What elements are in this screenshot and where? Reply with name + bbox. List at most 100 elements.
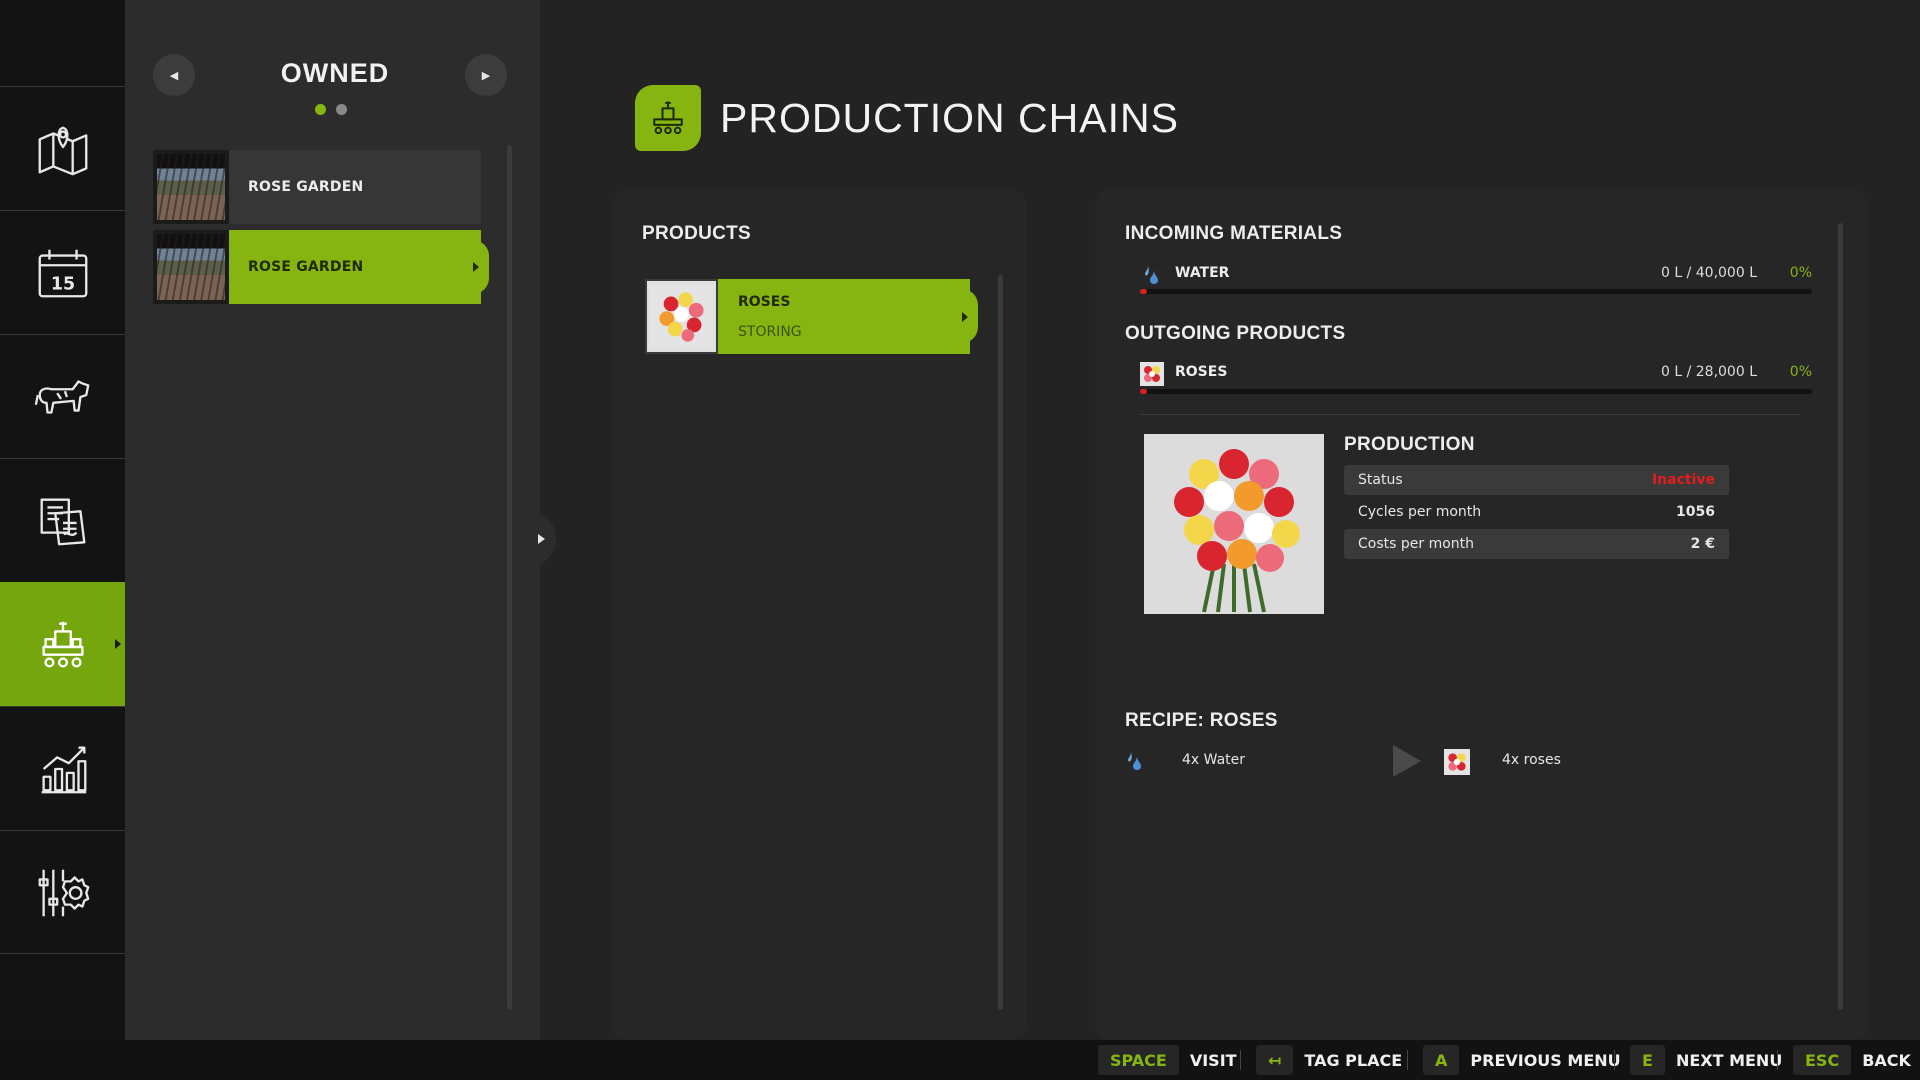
incoming-fill-bar [1140, 289, 1812, 294]
owned-list-scrollbar[interactable] [507, 145, 512, 1010]
chevron-left-icon: ◀ [169, 68, 179, 82]
hint-action: PREVIOUS MENU [1470, 1050, 1621, 1070]
menu-production-button[interactable] [0, 582, 135, 706]
chevron-right-icon [537, 534, 545, 544]
stat-value: 2 € [1690, 536, 1715, 552]
products-scrollbar[interactable] [998, 275, 1003, 1010]
rose-garden-thumbnail [153, 230, 229, 304]
product-amount: 0 L / 28,000 L [1660, 364, 1757, 380]
hint-previous-menu[interactable]: A PREVIOUS MENU [1423, 1045, 1621, 1075]
product-item-roses[interactable]: ROSES STORING [645, 279, 978, 354]
active-indicator-arrow [115, 639, 121, 649]
owned-panel: ◀ OWNED ▶ ROSE GARDEN ROSE GARDEN [125, 0, 540, 1040]
recipe-arrow-icon [1393, 745, 1421, 777]
rose-garden-thumbnail [153, 150, 229, 224]
hint-separator [1240, 1050, 1241, 1070]
menu-contracts-button[interactable] [0, 458, 125, 582]
map-icon [38, 126, 87, 175]
water-drop-icon [1140, 263, 1164, 287]
selected-arrow-icon [473, 262, 479, 272]
key-badge: E [1630, 1045, 1665, 1075]
menu-map-button[interactable] [0, 86, 125, 210]
calendar-day-label: 15 [50, 274, 74, 294]
page-title: PRODUCTION CHAINS [720, 95, 1179, 141]
products-title: PRODUCTS [642, 223, 752, 244]
product-name: ROSES [1175, 364, 1228, 380]
details-scrollbar[interactable] [1838, 223, 1843, 1010]
production-title: PRODUCTION [1344, 434, 1475, 455]
list-item[interactable]: ROSE GARDEN [153, 150, 481, 224]
menu-animals-button[interactable] [0, 334, 125, 458]
main-menu-rail: 15 [0, 0, 135, 1040]
outgoing-fill-bar [1140, 389, 1812, 394]
tag-key-icon: ↤ [1256, 1045, 1294, 1075]
product-name: ROSES [738, 293, 791, 310]
list-item-selected[interactable]: ROSE GARDEN [153, 230, 489, 304]
chevron-right-icon: ▶ [481, 68, 491, 82]
material-percent: 0% [1789, 265, 1812, 281]
fill-level [1140, 389, 1147, 394]
list-item-label: ROSE GARDEN [229, 230, 481, 304]
roses-product-image [1144, 434, 1324, 614]
production-status-row: Status Inactive [1344, 465, 1729, 495]
production-costs-row: Costs per month 2 € [1344, 529, 1729, 559]
hint-back[interactable]: ESC BACK [1793, 1045, 1911, 1075]
material-amount: 0 L / 40,000 L [1660, 265, 1757, 281]
status-badge: Inactive [1651, 472, 1715, 488]
hint-action: NEXT MENU [1675, 1050, 1783, 1070]
stat-label: Costs per month [1358, 536, 1475, 552]
outgoing-product-row: ROSES 0 L / 28,000 L 0% [1135, 362, 1812, 386]
key-badge: ESC [1793, 1045, 1852, 1075]
contracts-icon [40, 498, 85, 545]
hint-action: VISIT [1189, 1050, 1237, 1070]
stat-value: 1056 [1676, 504, 1715, 520]
outgoing-products-title: OUTGOING PRODUCTS [1125, 323, 1346, 344]
recipe-output: 4x roses [1502, 752, 1561, 768]
statistics-icon [41, 746, 86, 793]
production-icon [41, 621, 84, 667]
hint-separator [1407, 1050, 1408, 1070]
page-indicator-dot [336, 104, 347, 115]
roses-icon [1140, 362, 1164, 386]
production-chains-header-icon [635, 85, 701, 151]
calendar-icon: 15 [38, 249, 87, 297]
details-card [1095, 190, 1868, 1040]
hint-action: BACK [1862, 1050, 1911, 1070]
production-cycles-row: Cycles per month 1056 [1344, 497, 1729, 527]
page-indicator-dot-active [315, 104, 326, 115]
fill-level [1140, 289, 1147, 294]
stat-label: Cycles per month [1358, 504, 1482, 520]
recipe-input: 4x Water [1182, 752, 1246, 768]
list-item-label: ROSE GARDEN [229, 150, 481, 224]
rail-divider [0, 953, 125, 954]
collapse-panel-tab[interactable] [530, 512, 556, 566]
key-badge: SPACE [1098, 1045, 1179, 1075]
menu-settings-button[interactable] [0, 830, 125, 954]
animals-icon [34, 379, 89, 414]
settings-icon [38, 869, 89, 916]
hint-action: TAG PLACE [1304, 1050, 1403, 1070]
hint-next-menu[interactable]: E NEXT MENU [1630, 1045, 1782, 1075]
next-category-button[interactable]: ▶ [465, 54, 507, 96]
roses-icon [1444, 749, 1470, 779]
hint-visit[interactable]: SPACE VISIT [1098, 1045, 1237, 1075]
roses-thumbnail [645, 279, 718, 354]
product-percent: 0% [1789, 364, 1812, 380]
product-status: STORING [738, 323, 802, 340]
water-drop-icon [1127, 750, 1143, 776]
prev-category-button[interactable]: ◀ [153, 54, 195, 96]
incoming-materials-title: INCOMING MATERIALS [1125, 223, 1343, 244]
selected-arrow-icon [962, 312, 968, 322]
hint-separator [1614, 1050, 1615, 1070]
key-badge: A [1423, 1045, 1460, 1075]
owned-title: OWNED [280, 58, 390, 88]
divider [1140, 414, 1800, 415]
incoming-material-row: WATER 0 L / 40,000 L 0% [1135, 263, 1812, 287]
hint-separator [1777, 1050, 1778, 1070]
material-name: WATER [1175, 265, 1230, 281]
menu-calendar-button[interactable]: 15 [0, 210, 125, 334]
recipe-title: RECIPE: ROSES [1125, 710, 1278, 731]
menu-statistics-button[interactable] [0, 706, 125, 830]
hint-tag-place[interactable]: ↤ TAG PLACE [1256, 1045, 1402, 1075]
stat-label: Status [1358, 472, 1403, 488]
